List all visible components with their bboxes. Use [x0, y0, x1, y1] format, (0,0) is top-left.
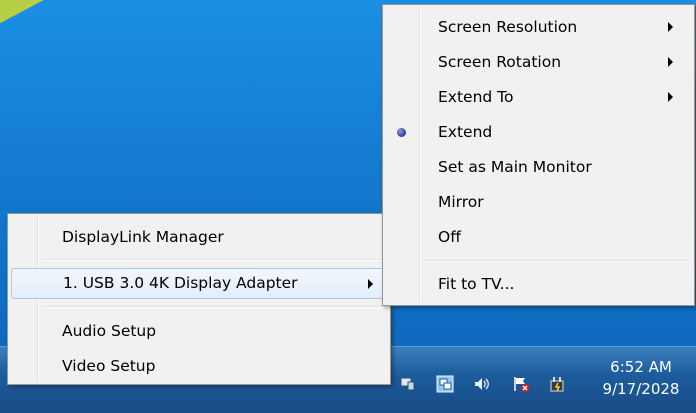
menu-item-label: Extend To [438, 88, 514, 106]
menu-separator [42, 306, 386, 308]
menu-item-label: Extend [438, 123, 493, 141]
menu-item-mirror[interactable]: Mirror [385, 187, 691, 217]
radio-selected-icon [397, 128, 406, 137]
menu-item-screen-rotation[interactable]: Screen Rotation [385, 47, 691, 77]
displaylink-context-menu: DisplayLink Manager 1. USB 3.0 4K Displa… [7, 213, 391, 385]
menu-item-displaylink-manager[interactable]: DisplayLink Manager [10, 222, 386, 252]
menu-item-extend-to[interactable]: Extend To [385, 82, 691, 112]
menu-item-label: Off [438, 228, 461, 246]
taskbar-clock[interactable]: 6:52 AM 9/17/2028 [596, 356, 686, 400]
menu-item-set-as-main-monitor[interactable]: Set as Main Monitor [385, 152, 691, 182]
menu-item-screen-resolution[interactable]: Screen Resolution [385, 12, 691, 42]
menu-item-label: Fit to TV... [438, 275, 515, 293]
menu-item-label: Mirror [438, 193, 484, 211]
power-icon[interactable] [549, 375, 567, 393]
volume-icon[interactable] [473, 375, 491, 393]
menu-item-label: DisplayLink Manager [62, 228, 224, 246]
menu-item-label: 1. USB 3.0 4K Display Adapter [63, 274, 298, 292]
menu-separator [42, 259, 386, 261]
action-center-flag-icon[interactable] [512, 375, 530, 393]
network-monitor-icon[interactable] [398, 375, 416, 393]
menu-separator [424, 260, 690, 262]
menu-item-off[interactable]: Off [385, 222, 691, 252]
menu-item-label: Set as Main Monitor [438, 158, 592, 176]
menu-item-label: Audio Setup [62, 322, 157, 340]
displaylink-icon[interactable] [436, 375, 454, 393]
menu-item-usb-display-adapter[interactable]: 1. USB 3.0 4K Display Adapter [11, 268, 385, 299]
menu-item-label: Screen Rotation [438, 53, 562, 71]
clock-time: 6:52 AM [610, 358, 672, 376]
menu-item-video-setup[interactable]: Video Setup [10, 351, 386, 381]
menu-item-fit-to-tv[interactable]: Fit to TV... [385, 269, 691, 299]
display-adapter-submenu: Screen Resolution Screen Rotation Extend… [382, 4, 695, 306]
menu-item-label: Screen Resolution [438, 18, 578, 36]
menu-item-extend[interactable]: Extend [385, 117, 691, 147]
clock-date: 9/17/2028 [602, 380, 680, 398]
menu-item-label: Video Setup [62, 357, 156, 375]
wallpaper-accent [0, 0, 48, 27]
menu-item-audio-setup[interactable]: Audio Setup [10, 316, 386, 346]
